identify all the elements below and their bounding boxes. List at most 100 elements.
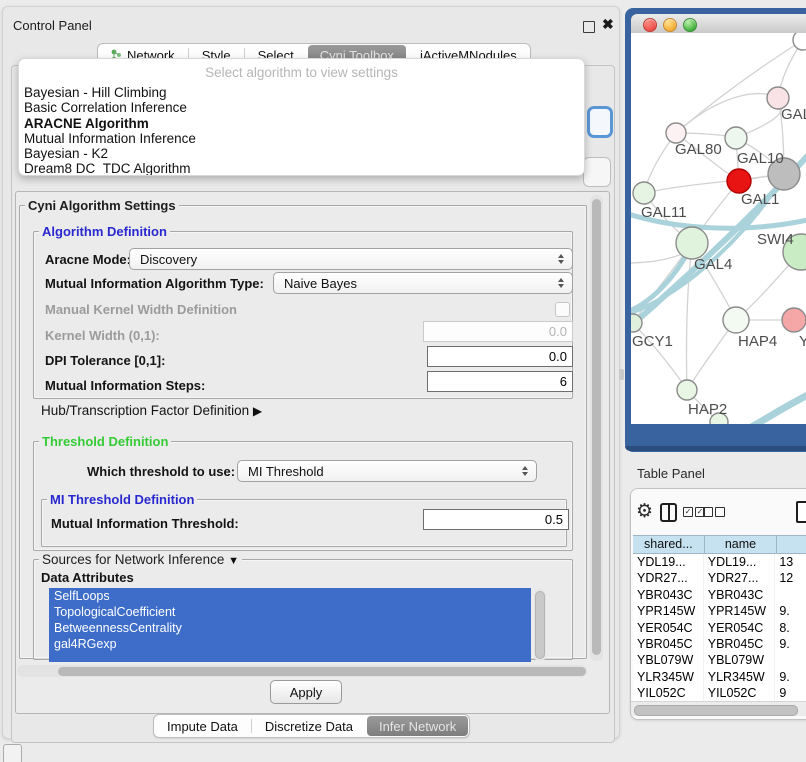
apply-button[interactable]: Apply (270, 680, 342, 704)
node-label-swi4: SWI4 (757, 231, 794, 248)
tab-separator (251, 719, 252, 733)
minimize-traffic-light-icon[interactable] (663, 18, 677, 32)
attributes-list-scrollbar[interactable] (534, 589, 546, 661)
bottom-left-mini-icon[interactable] (3, 744, 22, 762)
table-cell: YDR27... (633, 570, 704, 586)
table-cell: YLR345W (633, 669, 704, 685)
network-node-y[interactable] (782, 308, 806, 332)
mi-threshold-field[interactable] (423, 509, 569, 530)
manual-kernel-width-label: Manual Kernel Width Definition (45, 302, 237, 317)
table-cell: 13 (775, 554, 806, 570)
mi-algorithm-type-combo[interactable]: Naive Bayes (273, 272, 573, 294)
settings-gear-icon[interactable]: ⚙ (636, 500, 653, 522)
table-row[interactable]: YBR045CYBR045C9. (633, 636, 806, 652)
table-cell: YLR345W (704, 669, 776, 685)
node-label-gal80: GAL80 (675, 141, 722, 158)
control-panel-title: Control Panel (13, 18, 92, 33)
network-node-hap2[interactable] (677, 380, 697, 400)
expand-right-icon: ▶ (253, 404, 262, 418)
tab-discretize-data[interactable]: Discretize Data (253, 716, 365, 736)
dropdown-item-bayesian-hill-climbing[interactable]: Bayesian - Hill Climbing (19, 85, 584, 100)
dpi-tolerance-label: DPI Tolerance [0,1]: (45, 353, 165, 368)
network-node-gal4[interactable] (676, 227, 708, 259)
dropdown-item-aracne-algorithm[interactable]: ARACNE Algorithm (19, 116, 584, 131)
table-row[interactable]: YLR345WYLR345W9. (633, 669, 806, 685)
table-cell (775, 652, 806, 668)
kernel-width-field[interactable] (423, 321, 573, 342)
deselect-all-boxes-icon[interactable] (703, 507, 725, 517)
table-row[interactable]: YBL079WYBL079W (633, 652, 806, 668)
tab-impute-data[interactable]: Impute Data (155, 716, 250, 736)
zoom-traffic-light-icon[interactable] (683, 18, 697, 32)
dpi-tolerance-field[interactable] (427, 346, 573, 367)
table-row[interactable]: YDL19...YDL19...13 (633, 554, 806, 570)
table-row[interactable]: YDR27...YDR27...12 (633, 570, 806, 586)
network-node-gal10[interactable] (725, 127, 747, 149)
dropdown-item-mutual-information-inference[interactable]: Mutual Information Inference (19, 131, 584, 146)
table-cell: YPR145W (704, 603, 776, 619)
table-cell: YPR145W (633, 603, 704, 619)
attribute-item-betweennesscentrality[interactable]: BetweennessCentrality (49, 620, 531, 636)
table-row[interactable]: YIL052CYIL052C9 (633, 685, 806, 701)
hub-definition-label: Hub/Transcription Factor Definition (41, 403, 249, 418)
network-node-gal11[interactable] (633, 182, 655, 204)
table-cell: YDL19... (633, 554, 704, 570)
column-header-partial[interactable] (777, 536, 806, 553)
close-icon[interactable]: ✖ (602, 16, 614, 33)
network-node-gal1[interactable] (727, 169, 751, 193)
attributes-list-scrollbar-thumb[interactable] (535, 591, 545, 659)
table-cell: YBR043C (633, 587, 704, 603)
table-partial-icon[interactable] (796, 501, 806, 523)
mi-steps-field[interactable] (427, 371, 573, 392)
table-cell: 8. (775, 620, 806, 636)
aracne-mode-combo[interactable]: Discovery (129, 248, 573, 270)
table-horizontal-scrollbar-thumb[interactable] (634, 705, 798, 716)
network-edge (687, 243, 692, 390)
table-cell: 9. (775, 603, 806, 619)
hub-definition-toggle[interactable]: Hub/Transcription Factor Definition ▶ (41, 403, 262, 418)
algorithm-definition-title: Algorithm Definition (39, 224, 170, 239)
network-node-gal80[interactable] (666, 123, 686, 143)
table-row[interactable]: YER054CYER054C8. (633, 620, 806, 636)
table-horizontal-scrollbar[interactable] (631, 701, 806, 716)
network-node-hap4[interactable] (723, 307, 749, 333)
network-window-titlebar[interactable] (631, 14, 806, 34)
attribute-item-gal4rgexp[interactable]: gal4RGexp (49, 636, 531, 652)
network-canvas[interactable]: GALGAL80GAL10GAL1GAL11SWI4GAL4GCY1HAP4YH… (631, 33, 806, 424)
attribute-item-topologicalcoefficient[interactable]: TopologicalCoefficient (49, 604, 531, 620)
hidden-focused-combo-fragment (587, 106, 613, 138)
sources-toggle[interactable]: Sources for Network Inference ▼ (39, 552, 242, 567)
mi-threshold-title: MI Threshold Definition (47, 492, 197, 507)
network-edge (676, 94, 778, 133)
network-node[interactable] (793, 33, 806, 50)
hidden-combo-fragment (583, 157, 611, 187)
manual-kernel-width-checkbox[interactable] (555, 302, 570, 317)
data-attributes-list[interactable]: SelfLoopsTopologicalCoefficientBetweenne… (49, 588, 531, 662)
panel-splitter-handle[interactable] (619, 369, 624, 380)
float-window-icon[interactable] (583, 21, 595, 33)
tab-infer-network[interactable]: Infer Network (367, 716, 468, 736)
algorithm-dropdown-popup: Select algorithm to view settings Bayesi… (18, 58, 585, 176)
column-header-name[interactable]: name (705, 536, 778, 553)
close-traffic-light-icon[interactable] (643, 18, 657, 32)
mi-algorithm-type-value: Naive Bayes (274, 276, 553, 291)
dropdown-item-dream8-dc-tdc-algorithm[interactable]: Dream8 DC_TDC Algorithm (19, 161, 584, 176)
network-edge-highlighted (746, 393, 806, 424)
mi-algorithm-type-label: Mutual Information Algorithm Type: (45, 276, 264, 291)
table-row[interactable]: YBR043CYBR043C (633, 587, 806, 603)
dropdown-item-basic-correlation-inference[interactable]: Basic Correlation Inference (19, 100, 584, 115)
which-threshold-combo[interactable]: MI Threshold (237, 460, 537, 482)
table-cell: YBR043C (704, 587, 776, 603)
table-panel-window: ⚙ ✓✓ shared...name YDL19...YDL19...13YDR… (630, 488, 806, 720)
table-row[interactable]: YPR145WYPR145W9. (633, 603, 806, 619)
network-node-gcy1[interactable] (631, 314, 642, 332)
column-layout-icon[interactable] (660, 503, 677, 522)
dropdown-item-bayesian-k2[interactable]: Bayesian - K2 (19, 146, 584, 161)
dropdown-prompt: Select algorithm to view settings (19, 59, 584, 85)
attribute-item-selfloops[interactable]: SelfLoops (49, 588, 531, 604)
column-header-shared[interactable]: shared... (633, 536, 705, 553)
horizontal-scrollbar-thumb[interactable] (58, 667, 586, 676)
threshold-definition-title: Threshold Definition (39, 434, 171, 449)
select-all-checks-icon[interactable]: ✓✓ (683, 507, 705, 517)
vertical-scrollbar-thumb[interactable] (592, 199, 601, 655)
